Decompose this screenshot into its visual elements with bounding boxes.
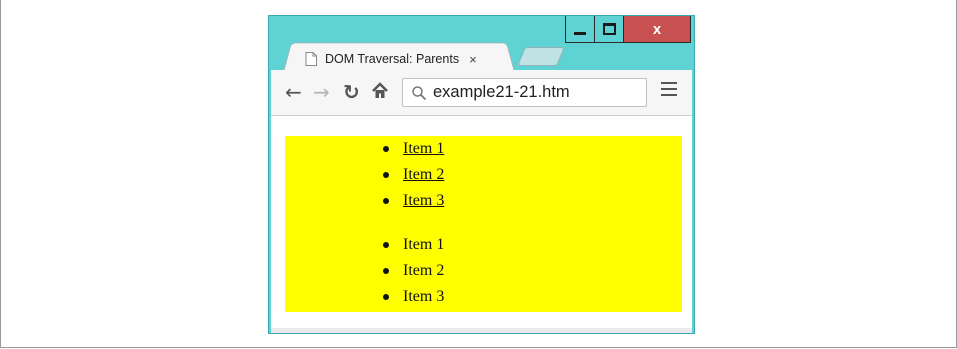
page-viewport: Item 1 Item 2 Item 3 Item 1 Item 2 Item … xyxy=(271,116,692,328)
yellow-container: Item 1 Item 2 Item 3 Item 1 Item 2 Item … xyxy=(285,136,682,312)
minimize-icon xyxy=(574,31,586,35)
item-text: Item 1 xyxy=(403,236,445,253)
close-window-button[interactable]: x xyxy=(623,16,691,43)
item-text: Item 3 xyxy=(403,288,445,305)
minimize-button[interactable] xyxy=(565,16,595,43)
list-item: Item 3 xyxy=(383,188,444,214)
list-item: Item 2 xyxy=(383,162,444,188)
item-link[interactable]: Item 2 xyxy=(403,166,444,183)
item-link[interactable]: Item 1 xyxy=(403,140,444,157)
maximize-icon xyxy=(602,23,616,35)
hamburger-menu-icon[interactable] xyxy=(661,82,677,98)
arrow-left-icon[interactable]: ← xyxy=(285,82,302,102)
text-list: Item 1 Item 2 Item 3 xyxy=(383,232,444,310)
maximize-button[interactable] xyxy=(594,16,624,43)
tab-content: DOM Traversal: Parents × xyxy=(305,48,505,70)
page-icon xyxy=(305,52,317,66)
arrow-right-icon[interactable]: → xyxy=(313,82,330,102)
list-item: Item 1 xyxy=(383,136,444,162)
link-list: Item 1 Item 2 Item 3 xyxy=(383,136,444,214)
tab-title: DOM Traversal: Parents xyxy=(325,52,460,66)
new-tab-button[interactable] xyxy=(517,47,565,66)
browser-toolbar: ← → ↻ example21-21.htm xyxy=(271,70,692,116)
reload-icon[interactable]: ↻ xyxy=(343,82,360,102)
list-item: Item 2 xyxy=(383,258,444,284)
home-icon[interactable] xyxy=(371,82,389,103)
search-icon xyxy=(412,85,427,100)
url-text[interactable]: example21-21.htm xyxy=(433,83,570,102)
item-link[interactable]: Item 3 xyxy=(403,192,444,209)
list-item: Item 1 xyxy=(383,232,444,258)
item-text: Item 2 xyxy=(403,262,445,279)
list-item: Item 3 xyxy=(383,284,444,310)
tab-close-icon[interactable]: × xyxy=(469,52,477,67)
close-icon: x xyxy=(652,20,662,38)
browser-window: x DOM Traversal: Parents × ← → ↻ example… xyxy=(268,15,695,334)
status-strip xyxy=(271,328,692,333)
address-bar[interactable]: example21-21.htm xyxy=(402,78,647,107)
